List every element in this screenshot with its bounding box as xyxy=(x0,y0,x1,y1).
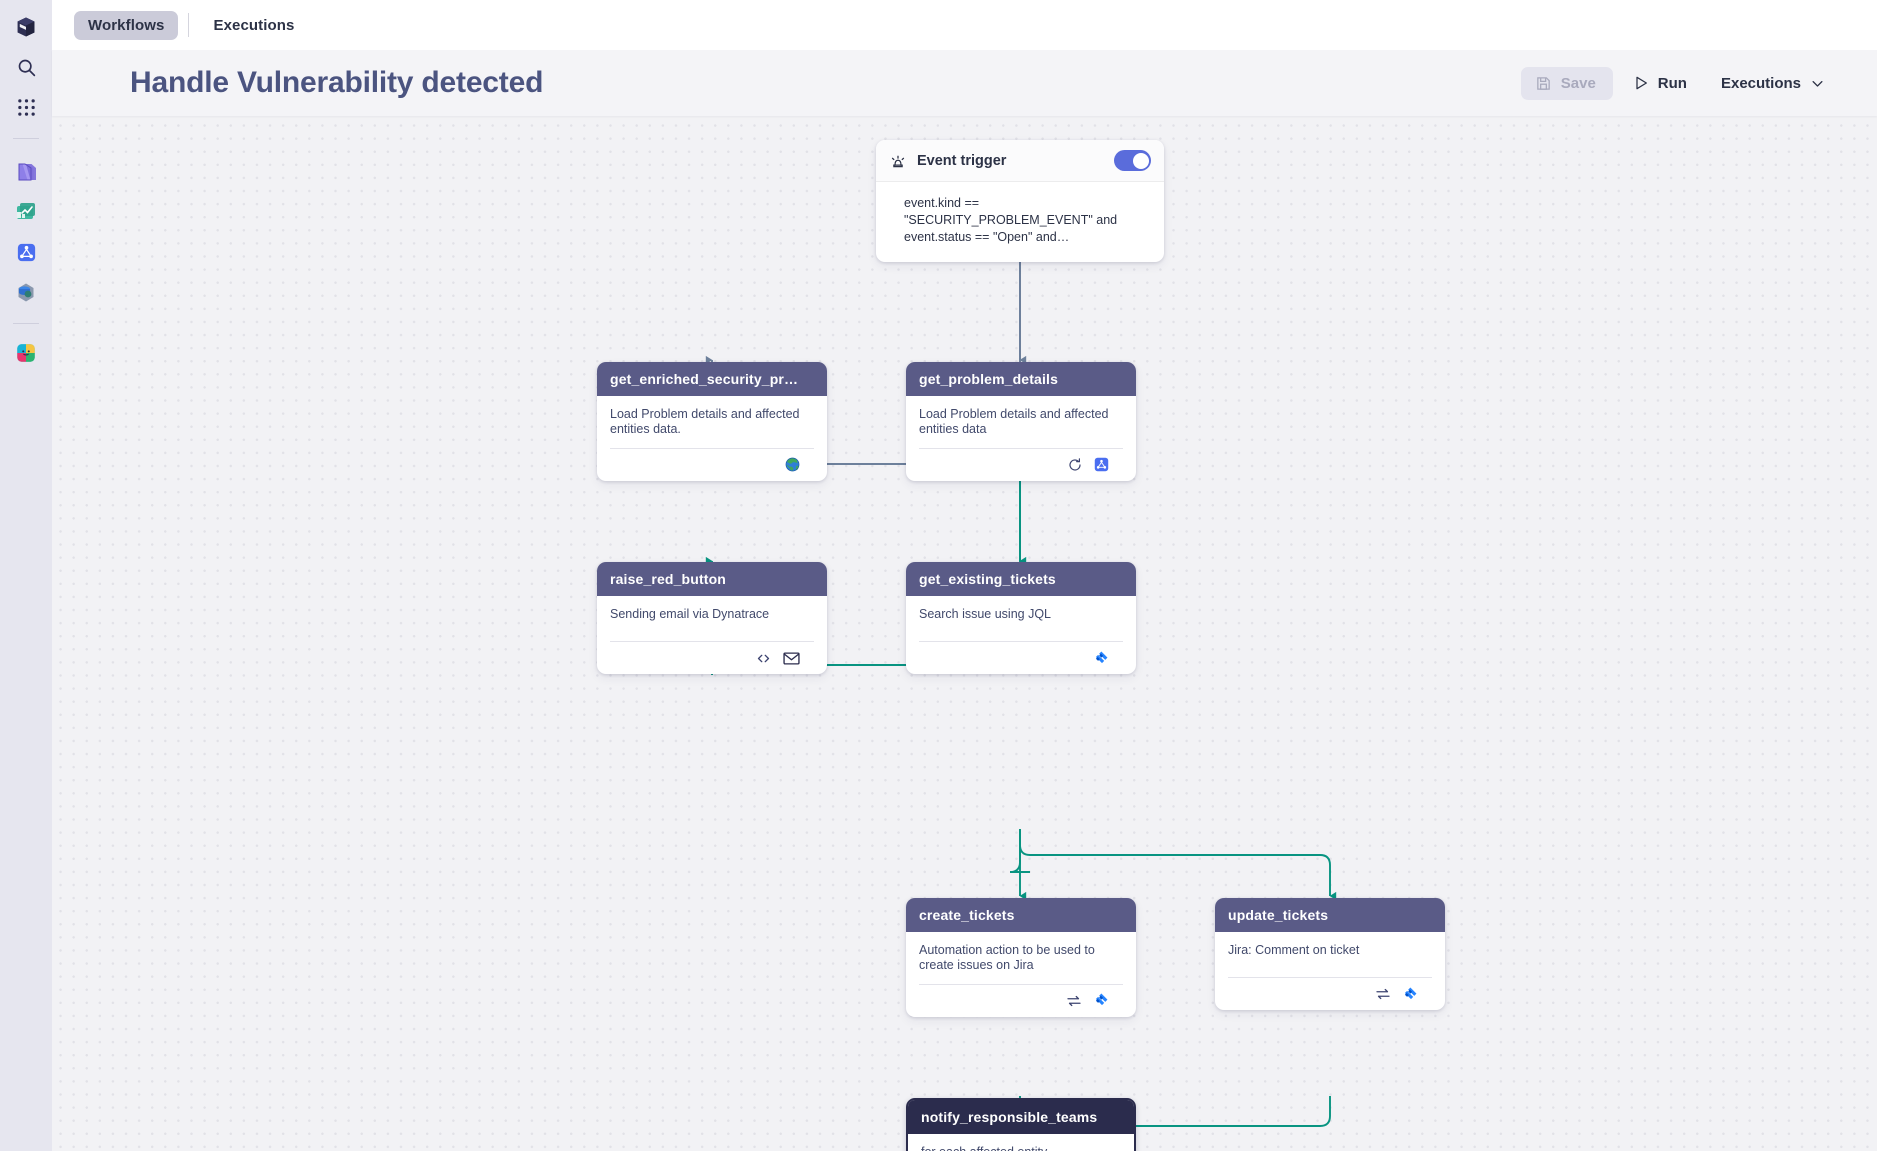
jira-icon-glyph xyxy=(1402,986,1419,1003)
sidebar-divider-2 xyxy=(13,323,39,324)
node-title: update_tickets xyxy=(1215,898,1445,932)
globe-icon[interactable] xyxy=(784,456,801,473)
node-title: create_tickets xyxy=(906,898,1136,932)
node-footer xyxy=(919,984,1123,1017)
node-notify-responsible-teams[interactable]: notify_responsible_teams for each affect… xyxy=(906,1098,1136,1151)
tab-executions[interactable]: Executions xyxy=(199,11,308,40)
topbar-divider xyxy=(188,13,189,37)
node-footer xyxy=(919,448,1123,481)
node-title: get_existing_tickets xyxy=(906,562,1136,596)
node-body: Sending email via Dynatrace xyxy=(597,596,827,674)
node-body: Jira: Comment on ticket xyxy=(1215,932,1445,1010)
main-area: Workflows Executions Handle Vulnerabilit… xyxy=(52,0,1877,1151)
loop-icon[interactable] xyxy=(1374,985,1392,1003)
workflow-canvas[interactable]: Event trigger event.kind == "SECURITY_PR… xyxy=(52,116,1877,1151)
node-body: for each affected entity xyxy=(908,1134,1134,1151)
workflows-app-icon-glyph xyxy=(15,241,38,264)
tab-workflows[interactable]: Workflows xyxy=(74,11,178,40)
data-explorer-app-icon[interactable] xyxy=(9,275,43,309)
workflow-app: Workflows Executions Handle Vulnerabilit… xyxy=(0,0,1877,1151)
node-title: notify_responsible_teams xyxy=(908,1100,1134,1134)
play-icon xyxy=(1633,75,1649,91)
loop-icon[interactable] xyxy=(1065,992,1083,1010)
jira-icon[interactable] xyxy=(1093,992,1110,1009)
event-trigger-toggle[interactable] xyxy=(1114,150,1151,171)
node-description: for each affected entity xyxy=(917,1145,1125,1151)
node-update-tickets[interactable]: update_tickets Jira: Comment on ticket xyxy=(1215,898,1445,1010)
event-trigger-header: Event trigger xyxy=(876,140,1164,182)
node-title: get_enriched_security_pr… xyxy=(597,362,827,396)
notebooks-app-icon[interactable] xyxy=(9,155,43,189)
node-description: Jira: Comment on ticket xyxy=(1224,943,1436,977)
run-button-label: Run xyxy=(1658,75,1687,92)
node-body: Search issue using JQL xyxy=(906,596,1136,674)
dashboards-app-icon[interactable] xyxy=(9,195,43,229)
chevron-down-icon xyxy=(1810,76,1825,91)
node-description: Search issue using JQL xyxy=(915,607,1127,641)
dynatrace-logo[interactable] xyxy=(9,10,43,44)
search-icon[interactable] xyxy=(9,50,43,84)
run-button[interactable]: Run xyxy=(1619,67,1701,100)
header-actions: Save Run Executions xyxy=(1521,67,1839,100)
node-description: Load Problem details and affected entiti… xyxy=(915,407,1127,448)
retry-icon[interactable] xyxy=(1067,457,1083,473)
node-body: Automation action to be used to create i… xyxy=(906,932,1136,1017)
save-disk-icon xyxy=(1535,75,1552,92)
save-button-label: Save xyxy=(1561,75,1596,92)
node-body: Load Problem details and affected entiti… xyxy=(597,396,827,481)
executions-dropdown-label: Executions xyxy=(1721,75,1801,92)
apps-grid-icon[interactable] xyxy=(9,90,43,124)
dynatrace-action-icon-glyph xyxy=(1093,456,1110,473)
globe-icon-glyph xyxy=(784,456,801,473)
node-title: get_problem_details xyxy=(906,362,1136,396)
node-description: Load Problem details and affected entiti… xyxy=(606,407,818,448)
node-description: Automation action to be used to create i… xyxy=(915,943,1127,984)
jira-icon-glyph xyxy=(1093,650,1110,667)
slack-app-icon[interactable] xyxy=(9,336,43,370)
node-title: raise_red_button xyxy=(597,562,827,596)
save-button[interactable]: Save xyxy=(1521,67,1613,100)
jira-icon-glyph xyxy=(1093,992,1110,1009)
search-icon-glyph xyxy=(16,57,37,78)
sidebar-divider-1 xyxy=(13,138,39,139)
notebooks-app-icon-glyph xyxy=(14,160,38,184)
node-footer xyxy=(610,641,814,674)
alarm-icon xyxy=(889,152,907,170)
node-create-tickets[interactable]: create_tickets Automation action to be u… xyxy=(906,898,1136,1017)
toggle-knob xyxy=(1133,153,1149,169)
node-raise-red-button[interactable]: raise_red_button Sending email via Dynat… xyxy=(597,562,827,674)
node-get-enriched-security-problems[interactable]: get_enriched_security_pr… Load Problem d… xyxy=(597,362,827,481)
app-sidebar xyxy=(0,0,52,1151)
event-trigger-title: Event trigger xyxy=(917,153,1104,169)
node-description: Sending email via Dynatrace xyxy=(606,607,818,641)
app-topbar: Workflows Executions xyxy=(52,0,1877,50)
workflows-app-icon[interactable] xyxy=(9,235,43,269)
node-get-existing-tickets[interactable]: get_existing_tickets Search issue using … xyxy=(906,562,1136,674)
node-body: Load Problem details and affected entiti… xyxy=(906,396,1136,481)
jira-icon[interactable] xyxy=(1093,650,1110,667)
slack-app-icon-glyph xyxy=(15,342,37,364)
apps-grid-icon-glyph xyxy=(17,98,36,117)
data-explorer-app-icon-glyph xyxy=(14,280,38,304)
dashboards-app-icon-glyph xyxy=(14,200,38,224)
node-footer xyxy=(610,448,814,481)
executions-dropdown[interactable]: Executions xyxy=(1707,67,1839,100)
code-icon[interactable] xyxy=(755,650,772,667)
workflow-header: Handle Vulnerability detected Save xyxy=(52,50,1877,116)
event-trigger-condition: event.kind == "SECURITY_PROBLEM_EVENT" a… xyxy=(876,182,1164,262)
node-footer xyxy=(1228,977,1432,1010)
dynatrace-action-icon[interactable] xyxy=(1093,456,1110,473)
email-icon[interactable] xyxy=(782,649,801,668)
event-trigger-node[interactable]: Event trigger event.kind == "SECURITY_PR… xyxy=(876,140,1164,262)
node-get-problem-details[interactable]: get_problem_details Load Problem details… xyxy=(906,362,1136,481)
page-title: Handle Vulnerability detected xyxy=(130,66,543,100)
dynatrace-logo-glyph xyxy=(15,16,37,38)
jira-icon[interactable] xyxy=(1402,986,1419,1003)
node-footer xyxy=(919,641,1123,674)
